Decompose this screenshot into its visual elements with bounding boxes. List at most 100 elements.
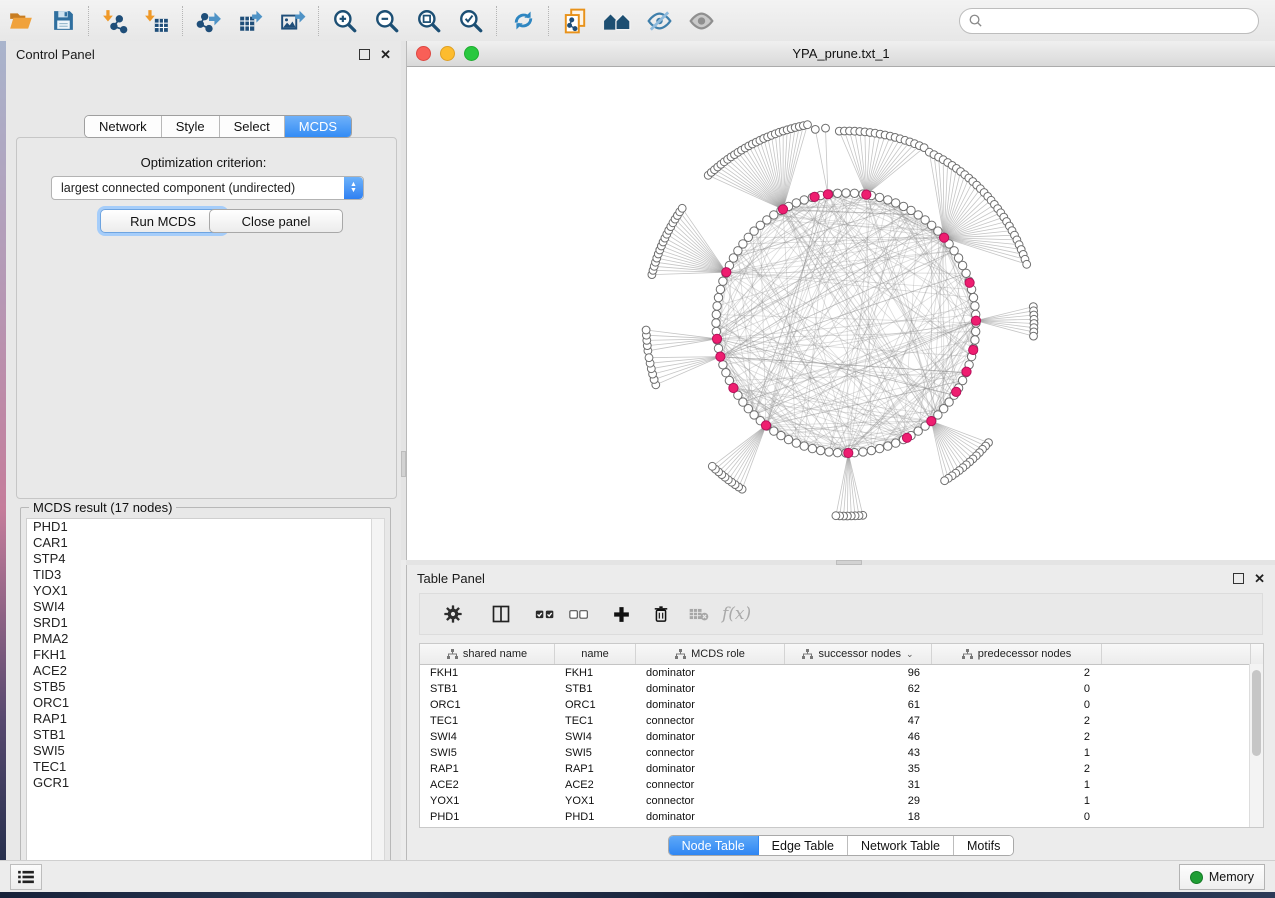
tab-mcds[interactable]: MCDS [285,116,351,137]
cell-shared_name[interactable]: ACE2 [420,779,555,791]
mcds-result-item[interactable]: TEC1 [27,759,372,775]
mcds-result-item[interactable]: PMA2 [27,631,372,647]
criterion-dropdown[interactable]: largest connected component (undirected)… [51,176,364,200]
save-session-button[interactable] [42,4,84,38]
table-row[interactable]: SWI5SWI5connector431 [420,745,1263,761]
cell-name[interactable]: FKH1 [555,667,636,679]
mcds-result-item[interactable]: CAR1 [27,535,372,551]
task-history-button[interactable] [10,864,42,890]
table-body[interactable]: FKH1FKH1dominator962STB1STB1dominator620… [420,665,1263,825]
mcds-result-item[interactable]: SWI5 [27,743,372,759]
node-table[interactable]: shared namenameMCDS rolesuccessor nodes⌄… [419,643,1264,828]
table-row[interactable]: STB1STB1dominator620 [420,681,1263,697]
function-builder-button[interactable]: f(x) [722,604,751,624]
cell-shared_name[interactable]: ORC1 [420,699,555,711]
delete-table-button[interactable] [682,599,716,629]
cell-successors[interactable]: 46 [785,731,932,743]
add-column-button[interactable] [604,599,638,629]
memory-button[interactable]: Memory [1179,864,1265,890]
home-views-button[interactable] [596,4,638,38]
cell-predecessors[interactable]: 1 [932,747,1102,759]
cell-role[interactable]: dominator [636,683,785,695]
tab-select[interactable]: Select [220,116,285,137]
table-row[interactable]: YOX1YOX1connector291 [420,793,1263,809]
cell-name[interactable]: PHD1 [555,811,636,823]
mcds-result-item[interactable]: PHD1 [27,519,372,535]
cell-name[interactable]: ORC1 [555,699,636,711]
mcds-list-scrollbar[interactable] [371,518,385,875]
cell-shared_name[interactable]: TEC1 [420,715,555,727]
export-network-button[interactable] [188,4,230,38]
table-row[interactable]: SWI4SWI4dominator462 [420,729,1263,745]
mcds-result-item[interactable]: TID3 [27,567,372,583]
refresh-layout-button[interactable] [502,4,544,38]
table-scrollbar[interactable] [1249,664,1263,827]
tab-motifs[interactable]: Motifs [954,836,1013,855]
mcds-result-item[interactable]: STB5 [27,679,372,695]
cell-name[interactable]: TEC1 [555,715,636,727]
mcds-result-item[interactable]: SWI4 [27,599,372,615]
open-file-button[interactable] [0,4,42,38]
cell-role[interactable]: dominator [636,699,785,711]
zoom-selected-button[interactable] [450,4,492,38]
cell-name[interactable]: SWI5 [555,747,636,759]
cell-predecessors[interactable]: 2 [932,731,1102,743]
network-canvas[interactable] [407,67,1275,560]
mcds-result-item[interactable]: ACE2 [27,663,372,679]
float-panel-icon[interactable] [1233,573,1244,584]
search-box[interactable] [959,8,1259,34]
cell-name[interactable]: YOX1 [555,795,636,807]
table-row[interactable]: ORC1ORC1dominator610 [420,697,1263,713]
tab-network[interactable]: Network [85,116,162,137]
run-mcds-button[interactable]: Run MCDS [100,209,226,233]
deselect-all-button[interactable] [562,599,596,629]
mcds-result-list[interactable]: PHD1CAR1STP4TID3YOX1SWI4SRD1PMA2FKH1ACE2… [26,518,373,875]
zoom-fit-button[interactable] [408,4,450,38]
show-elements-button[interactable] [680,4,722,38]
column-header-successor-nodes[interactable]: successor nodes⌄ [785,644,932,664]
network-graph[interactable] [407,67,1275,560]
tab-style[interactable]: Style [162,116,220,137]
column-header-empty[interactable] [1102,644,1251,664]
cell-predecessors[interactable]: 2 [932,667,1102,679]
table-row[interactable]: TEC1TEC1connector472 [420,713,1263,729]
column-header-MCDS-role[interactable]: MCDS role [636,644,785,664]
cell-role[interactable]: connector [636,747,785,759]
export-table-button[interactable] [230,4,272,38]
cell-name[interactable]: SWI4 [555,731,636,743]
tab-network-table[interactable]: Network Table [848,836,954,855]
cell-shared_name[interactable]: PHD1 [420,811,555,823]
zoom-in-button[interactable] [324,4,366,38]
cell-predecessors[interactable]: 0 [932,699,1102,711]
network-window-titlebar[interactable]: YPA_prune.txt_1 [407,41,1275,67]
cell-shared_name[interactable]: FKH1 [420,667,555,679]
table-header-row[interactable]: shared namenameMCDS rolesuccessor nodes⌄… [420,644,1263,665]
zoom-out-button[interactable] [366,4,408,38]
mcds-result-item[interactable]: FKH1 [27,647,372,663]
cell-shared_name[interactable]: RAP1 [420,763,555,775]
cell-shared_name[interactable]: SWI4 [420,731,555,743]
mcds-result-item[interactable]: STP4 [27,551,372,567]
cell-successors[interactable]: 29 [785,795,932,807]
cell-name[interactable]: RAP1 [555,763,636,775]
float-panel-icon[interactable] [359,49,370,60]
table-row[interactable]: ACE2ACE2connector311 [420,777,1263,793]
table-settings-button[interactable] [436,599,470,629]
export-image-button[interactable] [272,4,314,38]
cell-predecessors[interactable]: 2 [932,763,1102,775]
column-header-shared-name[interactable]: shared name [420,644,555,664]
import-network-button[interactable] [94,4,136,38]
tab-node-table[interactable]: Node Table [669,836,759,855]
table-row[interactable]: PHD1PHD1dominator180 [420,809,1263,825]
cell-predecessors[interactable]: 1 [932,779,1102,791]
cell-role[interactable]: dominator [636,763,785,775]
cell-role[interactable]: connector [636,795,785,807]
mcds-result-item[interactable]: SRD1 [27,615,372,631]
clone-network-button[interactable] [554,4,596,38]
delete-column-button[interactable] [644,599,678,629]
import-table-button[interactable] [136,4,178,38]
cell-successors[interactable]: 31 [785,779,932,791]
cell-role[interactable]: connector [636,779,785,791]
tab-edge-table[interactable]: Edge Table [759,836,848,855]
cell-predecessors[interactable]: 0 [932,683,1102,695]
